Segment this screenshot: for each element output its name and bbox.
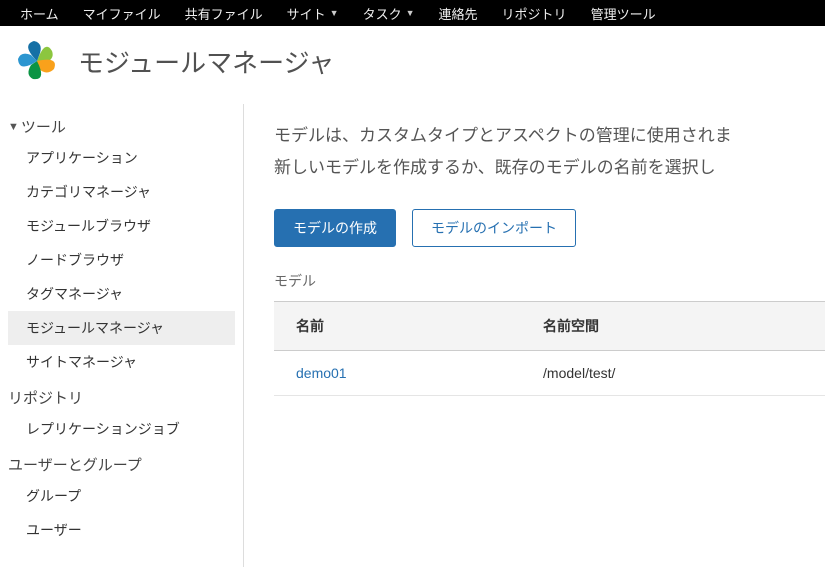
sidebar-item-category-manager[interactable]: カテゴリマネージャ [8,175,243,209]
page-header: モジュールマネージャ [0,26,825,104]
sidebar-item-tag-manager[interactable]: タグマネージャ [8,277,243,311]
nav-sites[interactable]: サイト▼ [275,4,351,23]
nav-repository[interactable]: リポジトリ [490,4,579,23]
top-navigation: ホーム マイファイル 共有ファイル サイト▼ タスク▼ 連絡先 リポジトリ 管理… [0,0,825,26]
column-header-name[interactable]: 名前 [274,301,521,350]
sidebar-section-repository[interactable]: リポジトリ [8,379,243,412]
main-content: モデルは、カスタムタイプとアスペクトの管理に使用されま 新しいモデルを作成するか… [244,104,825,567]
nav-contacts[interactable]: 連絡先 [427,4,490,23]
chevron-down-icon: ▼ [406,8,415,18]
nav-admintools[interactable]: 管理ツール [579,4,668,23]
table-label: モデル [274,271,825,291]
column-header-namespace[interactable]: 名前空間 [521,301,825,350]
page-title: モジュールマネージャ [78,43,334,80]
sidebar-item-module-manager[interactable]: モジュールマネージャ [8,311,235,345]
sidebar-section-users-groups[interactable]: ユーザーとグループ [8,446,243,479]
sidebar-item-application[interactable]: アプリケーション [8,141,243,175]
sidebar-section-tools[interactable]: ▼ ツール [8,108,243,141]
action-buttons: モデルの作成 モデルのインポート [274,209,825,247]
sidebar: ▼ ツール アプリケーション カテゴリマネージャ モジュールブラウザ ノードブラ… [0,104,244,567]
sidebar-item-groups[interactable]: グループ [8,479,243,513]
model-namespace-cell: /model/test/ [521,350,825,395]
create-model-button[interactable]: モデルの作成 [274,209,396,247]
nav-sharedfiles[interactable]: 共有ファイル [173,4,275,23]
sidebar-item-replication-jobs[interactable]: レプリケーションジョブ [8,412,243,446]
sidebar-item-node-browser[interactable]: ノードブラウザ [8,243,243,277]
disclosure-triangle-icon: ▼ [8,121,19,133]
nav-tasks[interactable]: タスク▼ [351,4,427,23]
sidebar-item-users[interactable]: ユーザー [8,513,243,547]
table-row: demo01 /model/test/ [274,350,825,395]
alfresco-logo-icon [12,36,62,86]
nav-myfiles[interactable]: マイファイル [71,4,173,23]
model-name-link[interactable]: demo01 [274,350,521,395]
models-table: 名前 名前空間 demo01 /model/test/ [274,301,825,396]
nav-home[interactable]: ホーム [8,4,71,23]
sidebar-item-site-manager[interactable]: サイトマネージャ [8,345,243,379]
chevron-down-icon: ▼ [330,8,339,18]
import-model-button[interactable]: モデルのインポート [412,209,576,247]
description-text: モデルは、カスタムタイプとアスペクトの管理に使用されま 新しいモデルを作成するか… [274,120,825,185]
sidebar-item-module-browser[interactable]: モジュールブラウザ [8,209,243,243]
